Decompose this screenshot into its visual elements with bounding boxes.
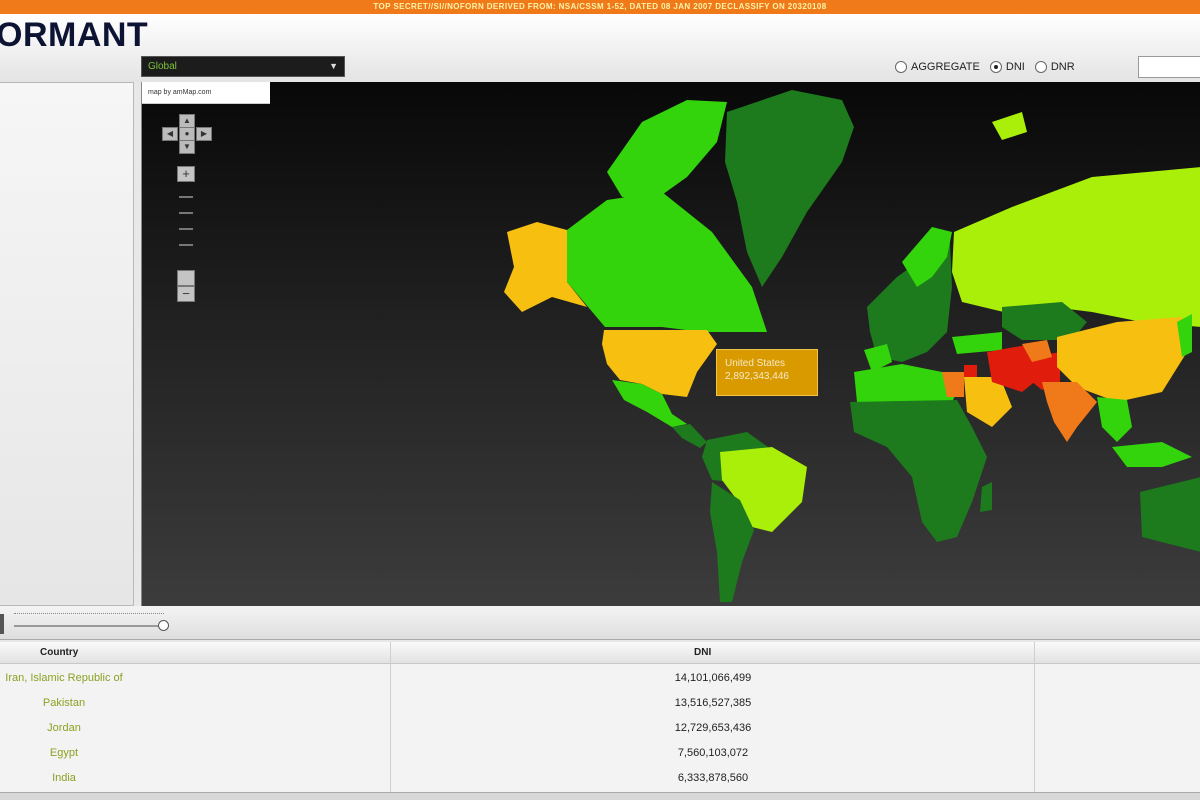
row-country: Jordan xyxy=(47,722,81,734)
results-table: Country DNI Iran, Islamic Republic of 14… xyxy=(0,642,1200,792)
radio-aggregate-label: AGGREGATE xyxy=(911,61,980,73)
table-row[interactable]: Pakistan 13,516,527,385 xyxy=(0,691,1200,716)
radio-aggregate[interactable]: AGGREGATE xyxy=(895,61,980,73)
radio-dnr-circle xyxy=(1034,61,1047,73)
row-value: 6,333,878,560 xyxy=(677,772,749,784)
table-header: Country DNI xyxy=(0,642,1200,664)
radio-dni-label: DNI xyxy=(1005,61,1025,73)
country-madagascar[interactable] xyxy=(980,482,992,512)
bottom-border xyxy=(0,792,1200,800)
country-russia[interactable] xyxy=(952,167,1200,327)
zoom-tick[interactable] xyxy=(179,228,193,230)
country-australia[interactable] xyxy=(1140,477,1200,552)
row-value: 7,560,103,072 xyxy=(677,747,749,759)
column-header-country[interactable]: Country xyxy=(40,647,78,658)
country-svalbard[interactable] xyxy=(992,112,1027,140)
pan-down-icon[interactable]: ▼ xyxy=(179,140,195,154)
radio-aggregate-circle xyxy=(895,61,907,73)
map-credit[interactable]: map by amMap.com xyxy=(142,82,270,104)
world-heatmap[interactable]: map by amMap.com ▲ ◀ ● ▶ ▼ + − United St… xyxy=(141,82,1200,606)
radio-dni-circle xyxy=(989,61,1002,73)
column-header-metric[interactable]: DNI xyxy=(694,647,711,658)
world-map-svg xyxy=(504,90,1200,602)
zoom-slider-thumb[interactable] xyxy=(177,270,195,286)
row-country: India xyxy=(52,772,76,784)
app-logo-title: ORMANT xyxy=(0,16,149,54)
tooltip-value: 2,892,343,446 xyxy=(725,371,789,382)
radio-dni[interactable]: DNI xyxy=(989,61,1025,73)
zoom-tick[interactable] xyxy=(179,212,193,214)
side-panel xyxy=(0,82,134,606)
tooltip-country: United States xyxy=(725,358,786,369)
country-jordan[interactable] xyxy=(964,365,977,377)
table-row[interactable]: Jordan 12,729,653,436 xyxy=(0,716,1200,741)
slider-track-dots xyxy=(14,613,164,614)
row-country: Iran, Islamic Republic of xyxy=(5,672,123,684)
time-slider-bar xyxy=(0,606,1200,640)
slider-edge-handle[interactable] xyxy=(0,614,4,634)
map-zoom-control: + − xyxy=(177,166,197,306)
map-pan-control: ▲ ◀ ● ▶ ▼ xyxy=(162,114,212,154)
table-row[interactable]: India 6,333,878,560 xyxy=(0,766,1200,791)
pan-left-icon[interactable]: ◀ xyxy=(162,127,178,141)
table-row[interactable]: Iran, Islamic Republic of 14,101,066,499 xyxy=(0,666,1200,691)
pan-up-icon[interactable]: ▲ xyxy=(179,114,195,128)
region-select-value: Global xyxy=(148,61,177,72)
country-canada-islands[interactable] xyxy=(607,100,727,202)
time-slider-knob[interactable] xyxy=(158,620,169,631)
row-country: Pakistan xyxy=(42,697,86,709)
zoom-out-icon[interactable]: − xyxy=(177,286,195,302)
radio-dnr[interactable]: DNR xyxy=(1034,61,1075,73)
pan-right-icon[interactable]: ▶ xyxy=(196,127,212,141)
time-slider-track[interactable] xyxy=(14,625,164,627)
country-southeast-asia[interactable] xyxy=(1097,397,1132,442)
zoom-tick[interactable] xyxy=(179,196,193,198)
country-africa-central[interactable] xyxy=(850,400,987,542)
country-central-america[interactable] xyxy=(672,424,707,448)
radio-dnr-label: DNR xyxy=(1050,61,1075,73)
row-value: 13,516,527,385 xyxy=(674,697,752,709)
zoom-in-icon[interactable]: + xyxy=(177,166,195,182)
pan-home-icon[interactable]: ● xyxy=(179,127,195,141)
zoom-tick[interactable] xyxy=(179,244,193,246)
search-input[interactable] xyxy=(1138,56,1200,78)
classification-banner: TOP SECRET//SI//NOFORN DERIVED FROM: NSA… xyxy=(0,0,1200,14)
row-value: 14,101,066,499 xyxy=(674,672,752,684)
row-value: 12,729,653,436 xyxy=(674,722,752,734)
table-row[interactable]: Egypt 7,560,103,072 xyxy=(0,741,1200,766)
metric-radio-group: AGGREGATE DNI DNR xyxy=(895,60,1085,74)
country-indonesia[interactable] xyxy=(1112,442,1192,467)
dropdown-arrow-icon: ▼ xyxy=(329,61,338,71)
country-greenland[interactable] xyxy=(725,90,854,287)
row-country: Egypt xyxy=(49,747,79,759)
map-tooltip: United States 2,892,343,446 xyxy=(716,349,818,396)
country-canada[interactable] xyxy=(567,192,767,332)
region-select[interactable]: Global ▼ xyxy=(141,56,345,77)
